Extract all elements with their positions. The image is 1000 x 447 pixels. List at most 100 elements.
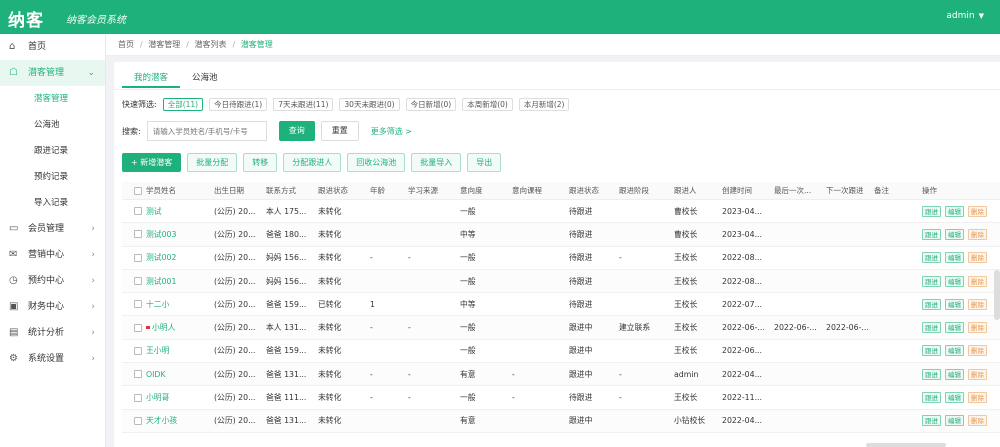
filter-chip[interactable]: 本月新增(2) <box>518 97 570 111</box>
table-cell: 未转化 <box>318 369 342 379</box>
table-cell: 中等 <box>460 299 476 309</box>
follow-button[interactable]: 跟进 <box>922 205 941 217</box>
transfer-button[interactable]: 转移 <box>243 152 278 172</box>
student-name-link[interactable]: 测试003 <box>146 223 176 245</box>
follow-button[interactable]: 跟进 <box>922 322 941 334</box>
horizontal-scrollbar[interactable] <box>866 443 946 447</box>
follow-button[interactable]: 跟进 <box>922 228 941 240</box>
delete-button[interactable]: 删除 <box>968 275 987 287</box>
edit-button[interactable]: 编辑 <box>945 368 964 380</box>
row-checkbox[interactable] <box>134 410 142 432</box>
delete-button[interactable]: 删除 <box>968 345 987 357</box>
sidebar-item-home[interactable]: ⌂ 首页 <box>0 34 105 60</box>
sidebar-item-settings[interactable]: ⚙ 系统设置 › <box>0 346 105 372</box>
delete-button[interactable]: 删除 <box>968 415 987 427</box>
delete-button[interactable]: 删除 <box>968 298 987 310</box>
batch-import-button[interactable]: 批量导入 <box>411 152 462 172</box>
breadcrumb-item[interactable]: 潜客管理 <box>148 40 180 49</box>
row-checkbox[interactable] <box>134 386 142 408</box>
sidebar-item-booking[interactable]: ◷ 预约中心 › <box>0 268 105 294</box>
edit-button[interactable]: 编辑 <box>945 275 964 287</box>
filter-chip[interactable]: 本周新增(0) <box>462 97 513 111</box>
filter-chip[interactable]: 今日待跟进(1) <box>209 97 268 111</box>
edit-button[interactable]: 编辑 <box>945 392 964 404</box>
follow-button[interactable]: 跟进 <box>922 298 941 310</box>
row-checkbox[interactable] <box>134 340 142 362</box>
vertical-scrollbar[interactable] <box>994 270 1000 320</box>
delete-button[interactable]: 删除 <box>968 252 987 264</box>
edit-button[interactable]: 编辑 <box>945 345 964 357</box>
tab-bar: 我的潜客 公海池 <box>122 68 230 88</box>
student-name-link[interactable]: 测试002 <box>146 247 176 269</box>
export-button[interactable]: 导出 <box>467 152 502 172</box>
filter-chip[interactable]: 30天未跟进(0) <box>339 97 400 111</box>
row-checkbox[interactable] <box>134 270 142 292</box>
edit-button[interactable]: 编辑 <box>945 252 964 264</box>
edit-button[interactable]: 编辑 <box>945 228 964 240</box>
table-cell: 爸爸 159... <box>266 299 307 309</box>
sidebar-sub-public-pool[interactable]: 公海池 <box>0 112 105 138</box>
row-actions: 跟进 编辑 删除 <box>922 363 987 385</box>
add-lead-button[interactable]: + 新增潜客 <box>122 152 182 172</box>
chevron-right-icon: › <box>91 328 95 338</box>
follow-button[interactable]: 跟进 <box>922 392 941 404</box>
select-all-checkbox[interactable] <box>134 182 142 199</box>
student-name-link[interactable]: 小明人 <box>146 316 175 338</box>
table-cell: - <box>619 369 622 379</box>
filter-chip[interactable]: 7天未跟进(11) <box>273 97 334 111</box>
tab-public-pool[interactable]: 公海池 <box>180 68 230 88</box>
student-name-link[interactable]: 小明哥 <box>146 386 169 408</box>
sidebar-item-members[interactable]: ▭ 会员管理 › <box>0 216 105 242</box>
student-name-link[interactable]: 天才小孩 <box>146 410 177 432</box>
table-cell: (公历) 20... <box>214 369 256 379</box>
edit-button[interactable]: 编辑 <box>945 298 964 310</box>
student-name-link[interactable]: OIDK <box>146 363 166 385</box>
delete-button[interactable]: 删除 <box>968 392 987 404</box>
row-checkbox[interactable] <box>134 223 142 245</box>
sidebar-sub-import-records[interactable]: 导入记录 <box>0 190 105 216</box>
student-name-link[interactable]: 王小明 <box>146 340 169 362</box>
student-name-link[interactable]: 十二小 <box>146 293 169 315</box>
edit-button[interactable]: 编辑 <box>945 205 964 217</box>
breadcrumb-item[interactable]: 首页 <box>118 40 134 49</box>
filter-chip-all[interactable]: 全部(11) <box>162 97 204 111</box>
row-checkbox[interactable] <box>134 247 142 269</box>
table-cell: 一般 <box>460 206 476 216</box>
follow-button[interactable]: 跟进 <box>922 275 941 287</box>
breadcrumb-item[interactable]: 潜客列表 <box>195 40 227 49</box>
query-button[interactable]: 查询 <box>278 121 315 141</box>
edit-button[interactable]: 编辑 <box>945 415 964 427</box>
column-header: 学习来源 <box>408 186 438 195</box>
advanced-filter-link[interactable]: 更多筛选 > <box>371 126 412 137</box>
assign-follower-button[interactable]: 分配跟进人 <box>283 152 342 172</box>
recycle-pool-button[interactable]: 回收公海池 <box>347 152 406 172</box>
sidebar-item-leads[interactable]: ☖ 潜客管理 ⌄ <box>0 60 105 86</box>
row-checkbox[interactable] <box>134 316 142 338</box>
student-name-link[interactable]: 测试001 <box>146 270 176 292</box>
row-checkbox[interactable] <box>134 200 142 222</box>
row-checkbox[interactable] <box>134 293 142 315</box>
sidebar-sub-lead-manage[interactable]: 潜客管理 <box>0 86 105 112</box>
search-input[interactable] <box>146 121 267 141</box>
sidebar-sub-appointments[interactable]: 预约记录 <box>0 164 105 190</box>
edit-button[interactable]: 编辑 <box>945 322 964 334</box>
delete-button[interactable]: 删除 <box>968 228 987 240</box>
follow-button[interactable]: 跟进 <box>922 345 941 357</box>
delete-button[interactable]: 删除 <box>968 322 987 334</box>
filter-chip[interactable]: 今日新增(0) <box>405 97 457 111</box>
delete-button[interactable]: 删除 <box>968 368 987 380</box>
sidebar-sub-follow-records[interactable]: 跟进记录 <box>0 138 105 164</box>
batch-assign-button[interactable]: 批量分配 <box>187 152 238 172</box>
reset-button[interactable]: 重置 <box>320 121 359 141</box>
sidebar-item-finance[interactable]: ▣ 财务中心 › <box>0 294 105 320</box>
tab-my-leads[interactable]: 我的潜客 <box>122 68 181 88</box>
sidebar-item-stats[interactable]: ▤ 统计分析 › <box>0 320 105 346</box>
student-name-link[interactable]: 测试 <box>146 200 162 222</box>
user-menu[interactable]: admin ▼ <box>946 11 984 21</box>
follow-button[interactable]: 跟进 <box>922 368 941 380</box>
row-checkbox[interactable] <box>134 363 142 385</box>
delete-button[interactable]: 删除 <box>968 205 987 217</box>
sidebar-item-marketing[interactable]: ✉ 营销中心 › <box>0 242 105 268</box>
follow-button[interactable]: 跟进 <box>922 252 941 264</box>
follow-button[interactable]: 跟进 <box>922 415 941 427</box>
